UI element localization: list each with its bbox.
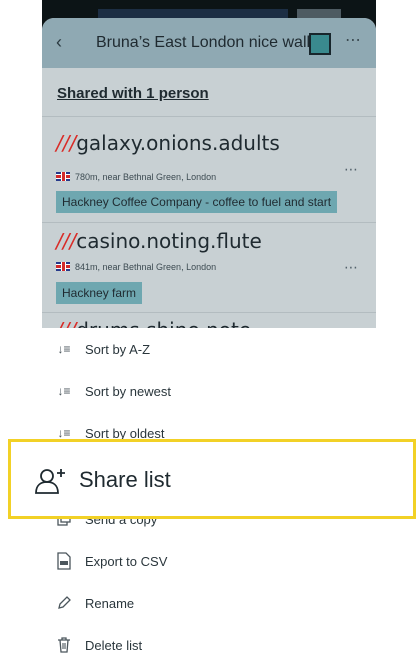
item-more-icon[interactable]: ⋯ — [344, 259, 359, 276]
share-list-item[interactable]: Share list — [8, 439, 416, 519]
location-distance: 841m, near Bethnal Green, London — [56, 262, 216, 272]
share-list-label: Share list — [79, 467, 171, 492]
sort-icon: ↓≡ — [57, 342, 71, 356]
location-label: Hackney farm — [56, 282, 143, 304]
location-address: ///drums.shine.note — [56, 318, 251, 328]
divider — [42, 116, 376, 117]
address-words: casino.noting.flute — [76, 229, 262, 253]
location-address: ///casino.noting.flute — [56, 229, 262, 253]
sort-newest-item[interactable]: ↓≡ Sort by newest — [42, 372, 376, 414]
shared-with-link[interactable]: Shared with 1 person — [57, 85, 209, 102]
rename-label: Rename — [85, 596, 135, 611]
sort-az-label: Sort by A-Z — [85, 342, 151, 357]
address-prefix: /// — [56, 318, 76, 328]
list-panel: ‹ Bruna’s East London nice walks ⋯ Share… — [42, 18, 376, 328]
delete-list-label: Delete list — [85, 638, 143, 653]
location-address: ///galaxy.onions.adults — [56, 131, 280, 155]
address-prefix: /// — [56, 229, 77, 253]
divider — [42, 222, 376, 223]
distance-text: 841m, near Bethnal Green, London — [75, 262, 217, 272]
export-csv-item[interactable]: Export to CSV — [42, 542, 376, 584]
delete-list-item[interactable]: Delete list — [42, 626, 376, 668]
sort-newest-label: Sort by newest — [85, 384, 171, 399]
address-prefix: /// — [56, 131, 77, 155]
export-csv-label: Export to CSV — [85, 554, 168, 569]
rename-item[interactable]: Rename — [42, 584, 376, 626]
sort-az-item[interactable]: ↓≡ Sort by A-Z — [42, 330, 376, 372]
list-header: ‹ Bruna’s East London nice walks ⋯ — [42, 18, 376, 68]
location-distance: 780m, near Bethnal Green, London — [56, 172, 216, 182]
back-chevron-icon[interactable]: ‹ — [56, 32, 62, 53]
uk-flag-icon — [56, 262, 70, 271]
trash-icon — [56, 636, 72, 654]
address-words: drums.shine.note — [76, 318, 251, 328]
list-title: Bruna’s East London nice walks — [96, 34, 323, 51]
sort-icon: ↓≡ — [57, 384, 71, 398]
divider — [42, 312, 376, 313]
location-label: Hackney Coffee Company - coffee to fuel … — [56, 191, 338, 213]
add-person-icon — [33, 467, 71, 500]
more-options-icon[interactable]: ⋯ — [345, 30, 362, 50]
list-color-swatch[interactable] — [309, 33, 331, 55]
csv-file-icon — [56, 552, 72, 570]
pencil-icon — [56, 594, 72, 612]
item-more-icon[interactable]: ⋯ — [344, 161, 359, 178]
distance-text: 780m, near Bethnal Green, London — [75, 172, 217, 182]
uk-flag-icon — [56, 172, 70, 181]
address-words: galaxy.onions.adults — [76, 131, 280, 155]
